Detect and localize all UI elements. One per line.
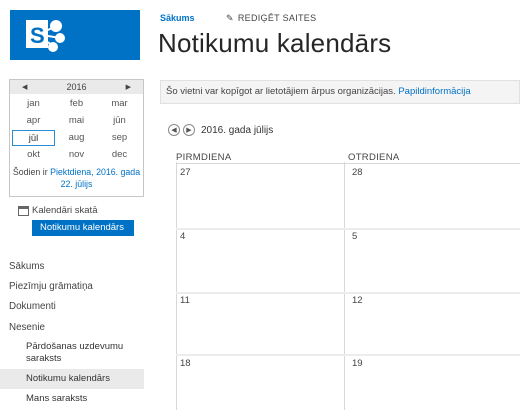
week-divider [176, 354, 520, 356]
month-jul-selected[interactable]: jūl [12, 130, 55, 146]
month-apr[interactable]: apr [12, 113, 55, 129]
month-feb[interactable]: feb [55, 96, 98, 112]
year-bar: ◀ 2016 ▶ [10, 80, 143, 94]
column-header-tuesday: OTRDIENA [348, 152, 400, 163]
day-cell-tue-wk3[interactable]: 12 [352, 295, 363, 306]
header-divider [176, 163, 520, 164]
today-prefix: Šodien ir [12, 167, 48, 177]
edit-links-button[interactable]: ✎ REDIĢĒT SAITES [226, 13, 316, 24]
grid-line-left [176, 162, 177, 410]
day-cell-tue-wk1[interactable]: 28 [352, 167, 363, 178]
nav-item-documents[interactable]: Dokumenti [9, 301, 56, 312]
prev-year-icon[interactable]: ◀ [22, 83, 27, 91]
sharing-notice-bar: Šo vietni var kopīgot ar lietotājiem ārp… [160, 80, 520, 104]
day-cell-tue-wk4[interactable]: 19 [352, 358, 363, 369]
sharepoint-logo-icon: S [26, 20, 65, 52]
month-aug[interactable]: aug [55, 130, 98, 146]
notice-text: Šo vietni var kopīgot ar lietotājiem ārp… [166, 86, 396, 97]
month-mai[interactable]: mai [55, 113, 98, 129]
week-divider [176, 228, 520, 230]
day-cell-mon-wk3[interactable]: 11 [180, 295, 190, 306]
nav-item-notebook[interactable]: Piezīmju grāmatiņa [9, 281, 93, 292]
month-navigation: ◀ ▶ 2016. gada jūlijs [168, 124, 273, 136]
today-info: Šodien ir Piektdiena, 2016. gada 22. jūl… [10, 166, 143, 190]
nav-item-event-calendar[interactable]: Notikumu kalendārs [26, 373, 110, 384]
next-year-icon[interactable]: ▶ [126, 83, 131, 91]
calendars-in-view[interactable]: Kalendāri skatā [18, 205, 97, 216]
date-picker-calendar: ◀ 2016 ▶ jan feb mar apr mai jūn jūl aug… [9, 79, 144, 197]
notice-more-info-link[interactable]: Papildinformācija [398, 86, 470, 97]
breadcrumb-home-link[interactable]: Sākums [160, 13, 195, 23]
nav-item-my-list[interactable]: Mans saraksts [26, 393, 87, 404]
month-grid: jan feb mar apr mai jūn jūl aug sep okt … [10, 94, 143, 163]
current-month-label: 2016. gada jūlijs [201, 124, 274, 136]
day-cell-mon-wk1[interactable]: 27 [180, 167, 191, 178]
calendar-icon [18, 205, 29, 216]
nav-item-sales-tasks[interactable]: Pārdošanas uzdevumu saraksts [26, 341, 123, 365]
nav-sales-tasks-line2: saraksts [26, 353, 62, 364]
next-month-icon[interactable]: ▶ [183, 124, 195, 136]
day-cell-mon-wk4[interactable]: 18 [180, 358, 191, 369]
month-calendar-grid: PIRMDIENA OTRDIENA 27 28 4 5 11 12 18 19 [176, 152, 520, 410]
prev-month-icon[interactable]: ◀ [168, 124, 180, 136]
sharepoint-logo[interactable]: S [10, 10, 140, 60]
column-header-monday: PIRMDIENA [176, 152, 232, 163]
selected-calendar-view[interactable]: Notikumu kalendārs [32, 220, 134, 236]
month-jun[interactable]: jūn [98, 113, 141, 129]
nav-item-recent[interactable]: Nesenie [9, 322, 45, 333]
week-divider [176, 292, 520, 294]
svg-text:S: S [30, 23, 45, 48]
edit-links-label: REDIĢĒT SAITES [237, 13, 317, 23]
nav-sales-tasks-line1: Pārdošanas uzdevumu [26, 341, 124, 352]
month-mar[interactable]: mar [98, 96, 141, 112]
calendars-in-view-label: Kalendāri skatā [32, 205, 98, 216]
today-date-link[interactable]: Piektdiena, 2016. gada 22. jūlijs [50, 167, 140, 189]
page-title: Notikumu kalendārs [158, 28, 392, 58]
month-sep[interactable]: sep [98, 130, 141, 146]
month-nov[interactable]: nov [55, 147, 98, 163]
year-label: 2016 [66, 82, 87, 92]
day-cell-mon-wk2[interactable]: 4 [180, 231, 185, 242]
month-jan[interactable]: jan [12, 96, 55, 112]
day-cell-tue-wk2[interactable]: 5 [352, 231, 357, 242]
month-okt[interactable]: okt [12, 147, 55, 163]
grid-line-middle [344, 162, 345, 410]
nav-item-home[interactable]: Sākums [9, 261, 44, 272]
month-dec[interactable]: dec [98, 147, 141, 163]
pencil-icon: ✎ [226, 13, 234, 23]
